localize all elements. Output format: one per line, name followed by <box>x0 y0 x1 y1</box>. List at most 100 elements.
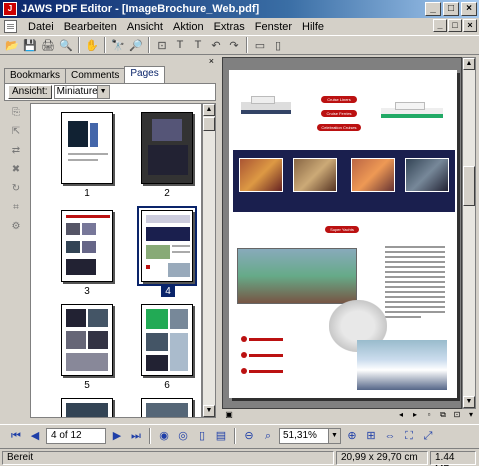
binoculars-icon[interactable]: 🔭 <box>110 37 126 53</box>
delete-page-icon[interactable]: ✖ <box>8 164 24 178</box>
menu-bar: Datei Bearbeiten Ansicht Aktion Extras F… <box>0 18 479 35</box>
go-back-icon[interactable]: ◉ <box>156 428 172 444</box>
scroll-down-icon[interactable]: ▼ <box>463 396 475 408</box>
scroll-left-icon[interactable]: ◂ <box>396 410 406 420</box>
menu-fenster[interactable]: Fenster <box>250 21 297 33</box>
document-icon[interactable] <box>4 20 17 33</box>
single-page-icon[interactable]: ▭ <box>252 37 268 53</box>
folder-open-icon[interactable]: 📂 <box>4 37 20 53</box>
page-properties-icon[interactable]: ⚙ <box>8 221 24 235</box>
first-page-icon[interactable]: ⏮ <box>8 428 24 444</box>
status-bar: Bereit 20,99 x 29,70 cm 1.44 MB <box>0 448 479 466</box>
text-tool-icon[interactable]: T <box>172 37 188 53</box>
next-page-icon[interactable]: ▶ <box>109 428 125 444</box>
page-label-1: 1 <box>84 188 90 199</box>
page-thumbnail-7[interactable] <box>61 398 113 417</box>
close-button[interactable]: × <box>461 2 477 16</box>
scroll-thumb[interactable] <box>463 166 475 206</box>
maximize-button[interactable]: □ <box>443 2 459 16</box>
thumbnail-scrollbar[interactable]: ▲ ▼ <box>202 103 216 418</box>
menu-hilfe[interactable]: Hilfe <box>297 21 329 33</box>
menu-datei[interactable]: Datei <box>23 21 59 33</box>
zoom-out-icon[interactable]: ⊖ <box>241 428 257 444</box>
scroll-right-icon[interactable]: ▸ <box>410 410 420 420</box>
two-page-icon[interactable]: ▯ <box>270 37 286 53</box>
page-thumbnail-3[interactable] <box>61 210 113 282</box>
redo-icon[interactable]: ↷ <box>226 37 242 53</box>
bullet-text-2 <box>249 354 283 357</box>
page-view-icon[interactable]: ▫ <box>424 410 434 420</box>
title-bar: J JAWS PDF Editor - [ImageBrochure_Web.p… <box>0 0 479 18</box>
rotate-page-icon[interactable]: ↻ <box>8 183 24 197</box>
single-page-view-icon[interactable]: ▯ <box>194 428 210 444</box>
copy-icon[interactable]: ⧉ <box>438 410 448 420</box>
page-thumbnail-4[interactable] <box>137 206 197 286</box>
page-layout-icon[interactable]: ▣ <box>224 410 234 420</box>
bullet-text-1 <box>249 338 283 341</box>
last-page-icon[interactable]: ⏭ <box>128 428 144 444</box>
save-icon[interactable]: 💾 <box>22 37 38 53</box>
bullet-icon <box>241 336 247 342</box>
tab-pages[interactable]: Pages <box>124 66 165 83</box>
search-doc-icon[interactable]: 🔍 <box>58 37 74 53</box>
menu-bearbeiten[interactable]: Bearbeiten <box>59 21 122 33</box>
undo-icon[interactable]: ↶ <box>208 37 224 53</box>
doc-restore-button[interactable]: □ <box>448 19 462 32</box>
print-icon[interactable]: 🖨 <box>40 37 56 53</box>
file-size-text: 1.44 MB <box>430 450 476 466</box>
scroll-thumb[interactable] <box>203 117 215 131</box>
page-size-text: 20,99 x 29,70 cm <box>336 450 428 465</box>
page-thumbnail-6[interactable] <box>141 304 193 376</box>
toolbar-separator <box>148 37 150 53</box>
page-thumbnail-1[interactable] <box>61 112 113 184</box>
actual-size-icon[interactable]: ⊞ <box>363 428 379 444</box>
find-icon[interactable]: 🔎 <box>128 37 144 53</box>
doc-minimize-button[interactable]: _ <box>433 19 447 32</box>
minimize-button[interactable]: _ <box>425 2 441 16</box>
extract-page-icon[interactable]: ⇱ <box>8 126 24 140</box>
thumbnail-list: 1 2 3 4 5 6 <box>30 103 202 418</box>
scroll-down-icon[interactable]: ▼ <box>203 405 215 417</box>
doc-close-button[interactable]: × <box>463 19 477 32</box>
fit-icon[interactable]: ⊡ <box>452 410 462 420</box>
menu-aktion[interactable]: Aktion <box>168 21 209 33</box>
document-scrollbar[interactable]: ▲ ▼ <box>462 57 476 409</box>
page-thumbnail-5[interactable] <box>61 304 113 376</box>
scroll-down-icon[interactable]: ▾ <box>466 410 476 420</box>
zoom-select[interactable]: 51,31% ▼ <box>279 427 341 444</box>
cruise-ship-image <box>237 92 295 122</box>
zoom-tool-icon[interactable]: ⌕ <box>260 428 276 444</box>
window-title: JAWS PDF Editor - [ImageBrochure_Web.pdf… <box>21 3 260 15</box>
go-forward-icon[interactable]: ◎ <box>175 428 191 444</box>
view-button[interactable]: Ansicht: <box>8 85 52 99</box>
hand-icon[interactable]: ✋ <box>84 37 100 53</box>
page-number-field[interactable]: 4 of 12 <box>46 427 106 444</box>
scroll-up-icon[interactable]: ▲ <box>203 104 215 116</box>
insert-page-icon[interactable]: ⎘ <box>8 107 24 121</box>
replace-page-icon[interactable]: ⇄ <box>8 145 24 159</box>
continuous-view-icon[interactable]: ▤ <box>213 428 229 444</box>
pill-super-yachts: Super Yachts <box>325 226 359 233</box>
crop-icon[interactable]: ⊡ <box>154 37 170 53</box>
document-view[interactable]: Cruise Liners Cruise Ferries Celebration… <box>222 57 462 409</box>
chevron-down-icon[interactable]: ▼ <box>328 428 340 443</box>
text-box-icon[interactable]: T <box>190 37 206 53</box>
tab-comments[interactable]: Comments <box>65 68 126 83</box>
menu-ansicht[interactable]: Ansicht <box>122 21 168 33</box>
fit-page-icon[interactable]: ⛶ <box>401 428 417 444</box>
panel-close-icon[interactable]: × <box>209 56 214 66</box>
toolbar-separator <box>246 37 248 53</box>
zoom-in-icon[interactable]: ⊕ <box>344 428 360 444</box>
crop-page-icon[interactable]: ⌗ <box>8 202 24 216</box>
pdf-page[interactable]: Cruise Liners Cruise Ferries Celebration… <box>229 70 457 398</box>
scroll-up-icon[interactable]: ▲ <box>463 58 475 70</box>
menu-extras[interactable]: Extras <box>209 21 250 33</box>
page-thumbnail-8[interactable] <box>141 398 193 417</box>
view-mode-select[interactable]: Miniaturen ▼ <box>53 85 110 99</box>
tab-bookmarks[interactable]: Bookmarks <box>4 68 67 83</box>
rotate-view-icon[interactable]: ⤢ <box>420 428 436 444</box>
previous-page-icon[interactable]: ◀ <box>27 428 43 444</box>
page-thumbnail-2[interactable] <box>141 112 193 184</box>
fit-width-icon[interactable]: ⇔ <box>382 428 398 444</box>
chevron-down-icon[interactable]: ▼ <box>96 86 109 98</box>
